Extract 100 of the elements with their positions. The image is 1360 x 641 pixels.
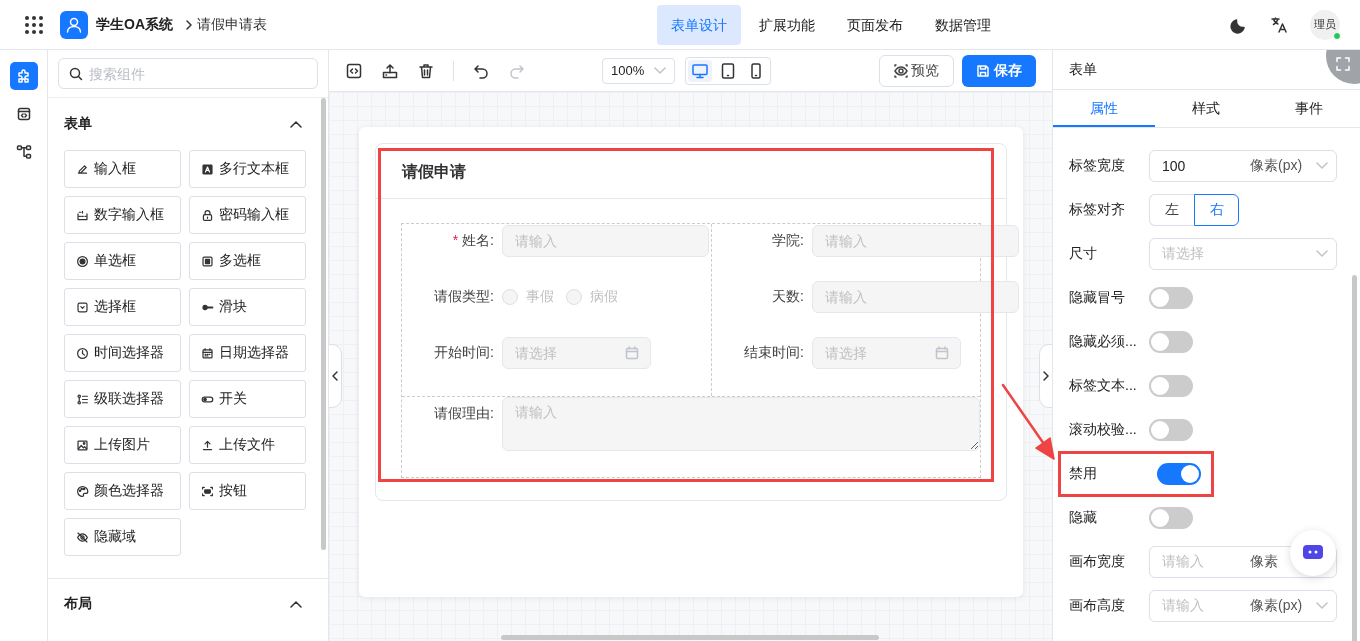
field-label: 姓名: (462, 232, 494, 248)
component-button[interactable]: 滑块 (189, 288, 306, 326)
property-label: 滚动校验... (1069, 421, 1138, 439)
form-title: 请假申请 (376, 144, 1006, 199)
chevron-up-icon[interactable] (290, 599, 302, 608)
component-button[interactable]: 多行文本框 (189, 150, 306, 188)
component-button[interactable]: 颜色选择器 (64, 472, 181, 510)
field-placeholder: 请输入 (1162, 553, 1204, 571)
text-block-icon (201, 162, 214, 176)
field-value: 100 (1162, 158, 1186, 174)
unit-label[interactable]: 像素 (1250, 553, 1278, 571)
component-button[interactable]: 按钮 (189, 472, 306, 510)
chat-button[interactable] (1290, 530, 1336, 576)
code-icon[interactable] (345, 61, 363, 80)
component-button[interactable]: 时间选择器 (64, 334, 181, 372)
search-icon (68, 66, 84, 82)
field-label: 天数: (772, 288, 804, 304)
collapse-handle[interactable] (1039, 344, 1052, 408)
calendar-icon (625, 346, 639, 360)
toggle-switch[interactable] (1149, 507, 1193, 529)
component-button[interactable]: 密码输入框 (189, 196, 306, 234)
save-button[interactable]: 保存 (962, 54, 1036, 87)
scrollbar-thumb[interactable] (321, 98, 326, 550)
zoom-select[interactable]: 100% (602, 57, 675, 84)
unit-label[interactable]: 像素(px) (1250, 157, 1303, 175)
trash-icon[interactable] (417, 61, 435, 80)
user-avatar[interactable]: 理员 (1310, 9, 1340, 40)
unit-label[interactable]: 像素(px) (1250, 597, 1303, 615)
component-button[interactable]: 日期选择器 (189, 334, 306, 372)
component-button[interactable]: 级联选择器 (64, 380, 181, 418)
chevron-up-icon[interactable] (290, 120, 302, 128)
scrollbar-thumb[interactable] (501, 635, 879, 640)
component-button[interactable]: 输入框 (64, 150, 181, 188)
app-grid-icon[interactable] (24, 14, 44, 35)
component-tab[interactable] (9, 62, 38, 90)
chat-bubble-icon (1302, 544, 1324, 562)
component-button[interactable]: 选择框 (64, 288, 181, 326)
field-label: 请假类型: (434, 288, 494, 304)
cascade-list-icon (76, 392, 89, 406)
scrollbar-thumb[interactable] (1352, 275, 1357, 641)
section-title: 表单 (64, 115, 92, 133)
align-option[interactable]: 右 (1194, 194, 1239, 226)
property-label: 禁用 (1069, 465, 1098, 483)
eye-off-icon (76, 530, 89, 544)
radio-label: 事假 (526, 288, 554, 306)
property-label: 隐藏必须... (1069, 333, 1138, 351)
nav-tab[interactable]: 数据管理 (921, 4, 1005, 45)
component-button[interactable]: 开关 (189, 380, 306, 418)
unit-input-field[interactable]: 100 像素(px) (1149, 150, 1337, 182)
component-button[interactable]: 数字输入框 (64, 196, 181, 234)
panel-tab[interactable]: 样式 (1155, 90, 1258, 127)
toggle-switch[interactable] (1149, 419, 1193, 441)
chevron-right-icon (1042, 370, 1050, 382)
puzzle-icon[interactable] (15, 68, 32, 84)
breadcrumb-item[interactable]: 请假申请表 (197, 15, 267, 34)
pencil-icon (76, 162, 89, 176)
export-icon[interactable] (381, 61, 399, 80)
section-title: 布局 (64, 594, 92, 613)
calendar-icon (201, 346, 214, 360)
hierarchy-icon[interactable] (15, 144, 32, 160)
component-button[interactable]: 上传文件 (189, 426, 306, 464)
field-placeholder: 请选择 (1162, 245, 1204, 263)
property-label: 画布宽度 (1069, 553, 1126, 571)
palette-icon (76, 484, 89, 498)
dropdown-icon (76, 300, 89, 314)
component-button[interactable]: 单选框 (64, 242, 181, 280)
app-title: 学生OA系统 (96, 15, 173, 34)
eye-icon (894, 63, 908, 78)
checkbox-icon (201, 254, 214, 268)
preview-button[interactable]: 预览 (879, 54, 954, 87)
expand-icon (1336, 57, 1350, 71)
image-icon (76, 438, 89, 452)
code-window-icon[interactable] (15, 106, 32, 122)
toggle-switch[interactable] (1149, 331, 1193, 353)
translate-icon[interactable] (1270, 15, 1288, 34)
button-frame-icon (201, 484, 214, 498)
toggle-switch[interactable] (1149, 287, 1193, 309)
component-button[interactable]: 多选框 (189, 242, 306, 280)
field-label: 开始时间: (434, 344, 494, 360)
collapse-handle[interactable] (329, 344, 342, 408)
search-field[interactable]: 搜索组件 (58, 58, 318, 89)
property-label: 隐藏 (1069, 509, 1098, 527)
align-option[interactable]: 左 (1149, 194, 1194, 226)
property-label: 标签宽度 (1069, 157, 1126, 175)
upload-icon (201, 438, 214, 452)
nav-tab[interactable]: 扩展功能 (745, 4, 829, 45)
field-label: 学院: (772, 232, 804, 248)
component-button[interactable]: 上传图片 (64, 426, 181, 464)
unit-input-field[interactable]: 请输入 像素(px) (1149, 590, 1337, 622)
toggle-switch[interactable] (1157, 463, 1201, 485)
component-button[interactable]: 隐藏域 (64, 518, 181, 556)
calendar-icon (935, 346, 949, 360)
property-label: 尺寸 (1069, 245, 1098, 263)
toggle-switch[interactable] (1149, 375, 1193, 397)
nav-tab[interactable]: 页面发布 (833, 4, 917, 45)
radio-label: 病假 (590, 288, 618, 306)
panel-tab[interactable]: 事件 (1257, 90, 1360, 127)
clock-icon (76, 346, 89, 360)
panel-tab[interactable]: 属性 (1053, 90, 1156, 127)
field-placeholder: 请输入 (1162, 597, 1204, 615)
